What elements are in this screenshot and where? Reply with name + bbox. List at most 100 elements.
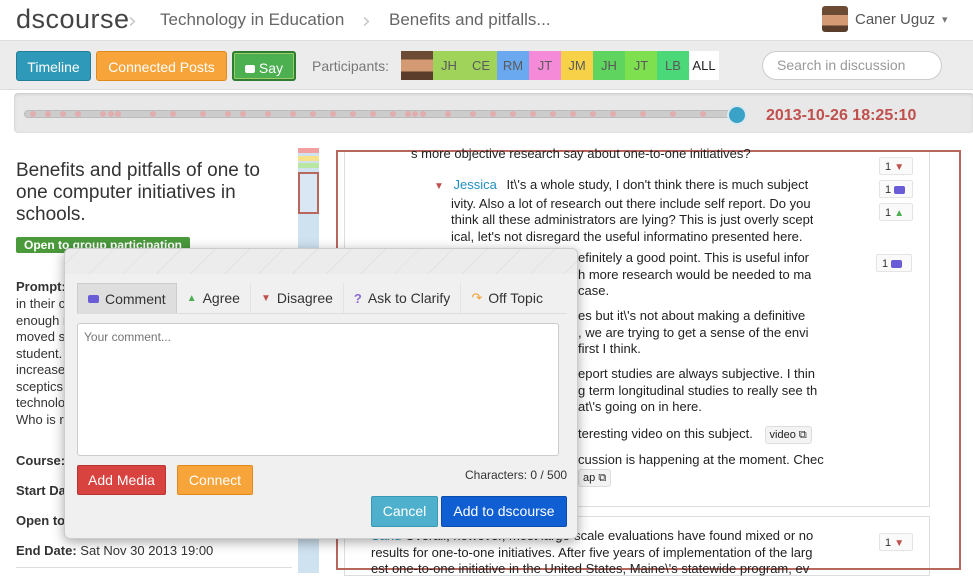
timeline-post-marker[interactable] xyxy=(412,111,418,117)
count-value: 1 xyxy=(885,161,892,173)
thumbs-down-icon: ▼ xyxy=(434,181,444,192)
participant-chip[interactable]: JT xyxy=(625,51,657,80)
disagree-count[interactable]: 1 ▼ xyxy=(879,157,913,175)
timeline-post-marker[interactable] xyxy=(670,111,676,117)
timeline-post-marker[interactable] xyxy=(405,111,411,117)
tab-off-topic[interactable]: ↷ Off Topic xyxy=(461,283,553,313)
timeline-button[interactable]: Timeline xyxy=(16,51,91,81)
comment-count[interactable]: 1 xyxy=(876,254,912,272)
prompt-line: sceptics xyxy=(16,378,63,394)
participant-chip[interactable]: JT xyxy=(529,51,561,80)
participant-avatar[interactable] xyxy=(401,51,433,80)
timeline-post-marker[interactable] xyxy=(115,111,121,117)
post-jessica[interactable]: ▼ Jessica It\'s a whole study, I don't t… xyxy=(434,177,813,245)
post-line: at\'s going on in here. xyxy=(578,399,702,414)
comment-count[interactable]: 1 xyxy=(879,180,913,198)
post-reply[interactable]: teresting video on this subject. video ⧉ xyxy=(578,426,812,444)
timeline-post-marker[interactable] xyxy=(200,111,206,117)
user-name: Caner Uguz xyxy=(855,10,936,28)
post-reply[interactable]: eport studies are always subjective. I t… xyxy=(578,366,817,416)
end-date: End Date: Sat Nov 30 2013 19:00 xyxy=(16,543,213,558)
dialog-header[interactable] xyxy=(65,249,577,274)
timeline-post-marker[interactable] xyxy=(640,111,646,117)
participant-all-chip[interactable]: ALL xyxy=(689,51,719,80)
timeline-slider-handle[interactable] xyxy=(727,105,747,125)
breadcrumb-discussion[interactable]: Benefits and pitfalls... xyxy=(389,10,551,30)
timeline-date: 2013-10-26 18:25:10 xyxy=(766,107,917,124)
video-tag[interactable]: video ⧉ xyxy=(764,426,812,444)
timeline-post-marker[interactable] xyxy=(290,111,296,117)
timeline-post-marker[interactable] xyxy=(445,111,451,117)
timeline-post-marker[interactable] xyxy=(45,111,51,117)
connected-posts-button[interactable]: Connected Posts xyxy=(96,51,227,81)
tab-agree[interactable]: ▲ Agree xyxy=(177,283,251,313)
count-value: 1 xyxy=(885,184,892,196)
timeline-post-marker[interactable] xyxy=(590,111,596,117)
timeline-post-marker[interactable] xyxy=(570,111,576,117)
agree-count[interactable]: 1 ▲ xyxy=(879,203,913,221)
search-input[interactable]: Search in discussion xyxy=(762,51,942,80)
top-header: dscourse › Technology in Education › Ben… xyxy=(0,0,973,40)
disagree-count[interactable]: 1 ▼ xyxy=(879,533,913,551)
timeline-post-marker[interactable] xyxy=(370,111,376,117)
participant-chip[interactable]: LB xyxy=(657,51,689,80)
post-line: think all these administrators are lying… xyxy=(451,212,814,227)
connect-button[interactable]: Connect xyxy=(177,465,253,495)
timeline-post-marker[interactable] xyxy=(350,111,356,117)
timeline-post-marker[interactable] xyxy=(420,111,426,117)
timeline-post-marker[interactable] xyxy=(490,111,496,117)
comment-icon xyxy=(891,260,903,269)
cancel-button[interactable]: Cancel xyxy=(371,496,438,527)
map-tag-label: ap xyxy=(583,471,596,484)
participant-chip[interactable]: CE xyxy=(465,51,497,80)
participant-chip[interactable]: JH xyxy=(433,51,465,80)
say-button[interactable]: Say xyxy=(232,51,296,81)
participant-chip[interactable]: RM xyxy=(497,51,529,80)
tab-comment[interactable]: Comment xyxy=(77,283,177,313)
timeline-post-marker[interactable] xyxy=(510,111,516,117)
user-menu[interactable]: Caner Uguz ▾ xyxy=(822,4,948,34)
timeline-post-marker[interactable] xyxy=(390,111,396,117)
tab-ask-to-clarify[interactable]: ? Ask to Clarify xyxy=(344,283,462,313)
post-line: es but it\'s not about making a definiti… xyxy=(578,308,806,323)
post-reply[interactable]: efinitely a good point. This is useful i… xyxy=(578,250,811,300)
timeline-track[interactable] xyxy=(24,110,738,118)
timeline-post-marker[interactable] xyxy=(170,111,176,117)
divider xyxy=(16,567,292,568)
timeline-post-marker[interactable] xyxy=(150,111,156,117)
post-reply[interactable]: es but it\'s not about making a definiti… xyxy=(578,308,809,358)
timeline-post-marker[interactable] xyxy=(30,111,36,117)
timeline-post-marker[interactable] xyxy=(240,111,246,117)
comment-textarea[interactable] xyxy=(77,323,559,456)
timeline-post-marker[interactable] xyxy=(310,111,316,117)
timeline-post-marker[interactable] xyxy=(470,111,476,117)
add-to-dscourse-button[interactable]: Add to dscourse xyxy=(441,496,567,527)
participant-chip[interactable]: JH xyxy=(593,51,625,80)
post-line: h more research would be needed to ma xyxy=(578,266,812,282)
add-media-button[interactable]: Add Media xyxy=(77,465,166,495)
tab-disagree[interactable]: ▼ Disagree xyxy=(251,283,344,313)
participant-chip[interactable]: JM xyxy=(561,51,593,80)
post-author[interactable]: Jessica xyxy=(454,177,497,192)
timeline-post-marker[interactable] xyxy=(75,111,81,117)
timeline-post-marker[interactable] xyxy=(100,111,106,117)
timeline-post-marker[interactable] xyxy=(330,111,336,117)
title-line: schools. xyxy=(16,204,86,225)
timeline-post-marker[interactable] xyxy=(265,111,271,117)
timeline-post-marker[interactable] xyxy=(60,111,66,117)
timeline-post-marker[interactable] xyxy=(225,111,231,117)
timeline-post-marker[interactable] xyxy=(610,111,616,117)
prompt-line: student. xyxy=(16,345,63,361)
prompt-line: enough r xyxy=(16,312,68,328)
app-logo[interactable]: dscourse xyxy=(16,4,130,35)
breadcrumb-course[interactable]: Technology in Education xyxy=(160,10,344,30)
thumbs-up-icon: ▲ xyxy=(894,208,905,219)
post-reply[interactable]: cussion is happening at the moment. Chec… xyxy=(578,452,824,487)
map-tag[interactable]: ap ⧉ xyxy=(578,468,612,487)
timeline-post-marker[interactable] xyxy=(108,111,114,117)
count-value: 1 xyxy=(885,207,892,219)
minimap-viewport[interactable] xyxy=(298,172,319,214)
timeline-post-marker[interactable] xyxy=(700,111,706,117)
timeline-post-marker[interactable] xyxy=(550,111,556,117)
timeline-post-marker[interactable] xyxy=(530,111,536,117)
